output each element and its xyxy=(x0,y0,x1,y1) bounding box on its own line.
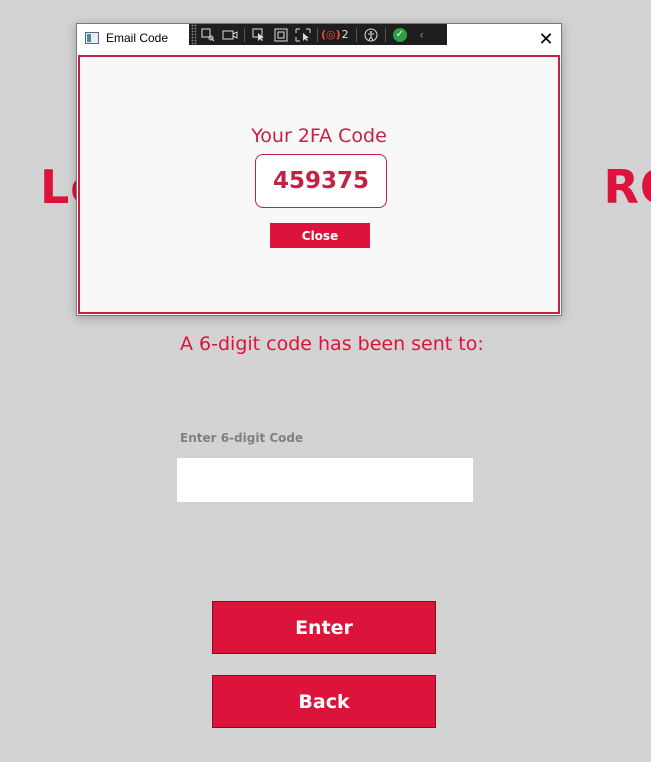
accessibility-checker-icon[interactable] xyxy=(360,24,382,45)
toolbar-separator xyxy=(317,27,318,42)
close-window-icon[interactable]: ✕ xyxy=(535,28,557,50)
dialog-close-button[interactable]: Close xyxy=(270,223,370,248)
display-layout-adorners-icon[interactable] xyxy=(270,24,292,45)
dialog-heading: Your 2FA Code xyxy=(251,125,387,147)
email-code-dialog: Email Code (◎) 2 ✓ ‹ ✕ Your 2FA Code 459… xyxy=(76,23,562,316)
live-visual-tree-icon[interactable] xyxy=(197,24,219,45)
dialog-content: Your 2FA Code 459375 Close xyxy=(78,55,560,314)
binding-failures-count: 2 xyxy=(341,28,349,41)
toolbar-separator xyxy=(244,27,245,42)
toolbar-separator xyxy=(355,27,357,42)
code-sent-message: A 6-digit code has been sent to: xyxy=(180,333,484,355)
video-capture-icon[interactable] xyxy=(219,24,241,45)
dialog-titlebar[interactable]: Email Code (◎) 2 ✓ ‹ ✕ xyxy=(77,24,561,54)
dialog-title: Email Code xyxy=(106,31,169,45)
code-input[interactable] xyxy=(177,458,473,502)
back-button[interactable]: Back xyxy=(212,675,436,728)
track-focused-element-icon[interactable] xyxy=(292,24,314,45)
select-element-icon[interactable] xyxy=(248,24,270,45)
code-input-label: Enter 6-digit Code xyxy=(180,431,304,445)
binding-failures-icon[interactable]: (◎) xyxy=(321,28,341,41)
collapse-toolbar-icon[interactable]: ‹ xyxy=(411,24,433,45)
window-app-icon xyxy=(85,32,99,44)
hot-reload-status-icon[interactable]: ✓ xyxy=(389,24,411,45)
toolbar-separator xyxy=(384,27,386,42)
xaml-debug-toolbar: (◎) 2 ✓ ‹ xyxy=(189,24,447,45)
twofa-code-display: 459375 xyxy=(255,154,387,208)
enter-button[interactable]: Enter xyxy=(212,601,436,654)
